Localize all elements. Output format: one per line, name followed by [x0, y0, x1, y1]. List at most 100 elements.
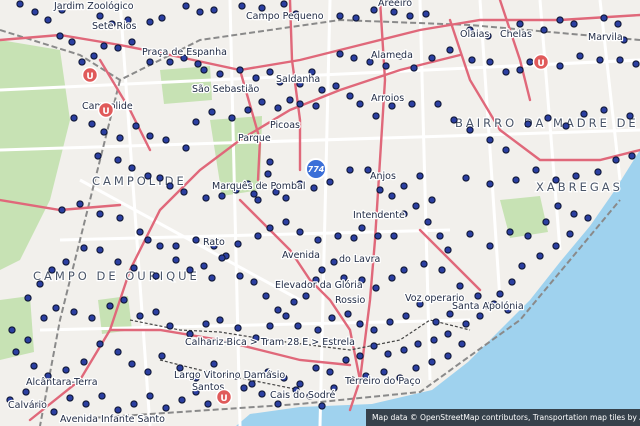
transit-stop-dot[interactable]	[524, 120, 532, 128]
transit-stop-dot[interactable]	[200, 66, 208, 74]
transit-stop-dot[interactable]	[462, 320, 470, 328]
transit-stop-dot[interactable]	[408, 100, 416, 108]
transit-stop-dot[interactable]	[434, 100, 442, 108]
transit-stop-dot[interactable]	[334, 232, 342, 240]
transit-stop-dot[interactable]	[370, 6, 378, 14]
transit-stop-dot[interactable]	[594, 168, 602, 176]
transit-stop-dot[interactable]	[208, 108, 216, 116]
transit-stop-dot[interactable]	[356, 320, 364, 328]
transit-stop-dot[interactable]	[584, 214, 592, 222]
transit-stop-dot[interactable]	[412, 364, 420, 372]
transit-stop-dot[interactable]	[358, 224, 366, 232]
transit-stop-dot[interactable]	[216, 316, 224, 324]
transit-stop-dot[interactable]	[386, 318, 394, 326]
transit-stop-dot[interactable]	[236, 66, 244, 74]
transit-stop-dot[interactable]	[58, 206, 66, 214]
transit-stop-dot[interactable]	[318, 402, 326, 410]
transit-stop-dot[interactable]	[326, 178, 334, 186]
transit-stop-dot[interactable]	[234, 240, 242, 248]
transit-stop-dot[interactable]	[178, 396, 186, 404]
transit-stop-dot[interactable]	[66, 394, 74, 402]
transit-stop-dot[interactable]	[314, 326, 322, 334]
transit-stop-dot[interactable]	[90, 52, 98, 60]
transit-stop-dot[interactable]	[258, 98, 266, 106]
transit-stop-dot[interactable]	[456, 282, 464, 290]
transit-stop-dot[interactable]	[36, 280, 44, 288]
transit-stop-dot[interactable]	[100, 42, 108, 50]
transit-stop-dot[interactable]	[144, 172, 152, 180]
transit-stop-dot[interactable]	[416, 172, 424, 180]
transit-stop-dot[interactable]	[172, 242, 180, 250]
osm-contributors-link[interactable]: OpenStreetMap contributors	[420, 413, 528, 422]
transit-stop-dot[interactable]	[218, 192, 226, 200]
transit-stop-dot[interactable]	[556, 62, 564, 70]
transit-stop-dot[interactable]	[30, 362, 38, 370]
transit-stop-dot[interactable]	[76, 200, 84, 208]
transit-stop-dot[interactable]	[132, 122, 140, 130]
transit-stop-dot[interactable]	[370, 342, 378, 350]
transit-stop-dot[interactable]	[158, 14, 166, 22]
transit-stop-dot[interactable]	[202, 194, 210, 202]
transit-stop-dot[interactable]	[114, 44, 122, 52]
transit-stop-dot[interactable]	[580, 110, 588, 118]
transit-stop-dot[interactable]	[274, 104, 282, 112]
transit-stop-dot[interactable]	[402, 312, 410, 320]
transit-stop-dot[interactable]	[192, 118, 200, 126]
transit-stop-dot[interactable]	[266, 158, 274, 166]
transit-stop-dot[interactable]	[444, 330, 452, 338]
transit-stop-dot[interactable]	[356, 352, 364, 360]
transit-stop-dot[interactable]	[254, 196, 262, 204]
transit-stop-dot[interactable]	[350, 54, 358, 62]
transit-stop-dot[interactable]	[466, 230, 474, 238]
transit-stop-dot[interactable]	[356, 100, 364, 108]
transit-stop-dot[interactable]	[508, 278, 516, 286]
transit-stop-dot[interactable]	[130, 400, 138, 408]
transit-stop-dot[interactable]	[290, 298, 298, 306]
transit-stop-dot[interactable]	[12, 348, 20, 356]
transit-stop-dot[interactable]	[156, 174, 164, 182]
transit-stop-dot[interactable]	[16, 0, 24, 8]
transit-stop-dot[interactable]	[162, 404, 170, 412]
transit-stop-dot[interactable]	[182, 144, 190, 152]
transit-stop-dot[interactable]	[542, 218, 550, 226]
transit-stop-dot[interactable]	[400, 182, 408, 190]
transit-stop-dot[interactable]	[502, 68, 510, 76]
transit-stop-dot[interactable]	[146, 132, 154, 140]
transit-stop-dot[interactable]	[228, 114, 236, 122]
transit-stop-dot[interactable]	[486, 242, 494, 250]
transit-stop-dot[interactable]	[532, 166, 540, 174]
transit-stop-dot[interactable]	[432, 318, 440, 326]
transit-stop-dot[interactable]	[208, 274, 216, 282]
transit-stop-dot[interactable]	[114, 348, 122, 356]
transit-stop-dot[interactable]	[152, 272, 160, 280]
map-canvas[interactable]: CAMPOLIDE CAMPO DE OURIQUE BAIRRO DA MAD…	[0, 0, 640, 426]
transit-stop-dot[interactable]	[616, 56, 624, 64]
transit-stop-dot[interactable]	[286, 96, 294, 104]
transit-stop-dot[interactable]	[120, 296, 128, 304]
transit-stop-dot[interactable]	[172, 256, 180, 264]
transit-stop-dot[interactable]	[512, 176, 520, 184]
transit-stop-dot[interactable]	[406, 12, 414, 20]
transit-stop-dot[interactable]	[136, 312, 144, 320]
transit-stop-dot[interactable]	[282, 312, 290, 320]
transit-stop-dot[interactable]	[420, 260, 428, 268]
transit-stop-dot[interactable]	[450, 116, 458, 124]
transit-stop-dot[interactable]	[342, 356, 350, 364]
transit-stop-dot[interactable]	[144, 368, 152, 376]
transit-stop-dot[interactable]	[114, 156, 122, 164]
transit-stop-dot[interactable]	[526, 58, 534, 66]
transit-stop-dot[interactable]	[262, 292, 270, 300]
transit-stop-dot[interactable]	[48, 266, 56, 274]
transit-stop-dot[interactable]	[614, 20, 622, 28]
transit-stop-dot[interactable]	[96, 210, 104, 218]
transit-stop-dot[interactable]	[280, 0, 288, 8]
transit-stop-dot[interactable]	[486, 58, 494, 66]
transit-stop-dot[interactable]	[296, 380, 304, 388]
transport-tiles-link[interactable]: Transportation map tiles by A	[533, 413, 640, 422]
transit-stop-dot[interactable]	[162, 136, 170, 144]
transit-stop-dot[interactable]	[466, 126, 474, 134]
transit-stop-dot[interactable]	[314, 236, 322, 244]
transit-stop-dot[interactable]	[116, 134, 124, 142]
transit-stop-dot[interactable]	[350, 234, 358, 242]
transit-stop-dot[interactable]	[388, 192, 396, 200]
